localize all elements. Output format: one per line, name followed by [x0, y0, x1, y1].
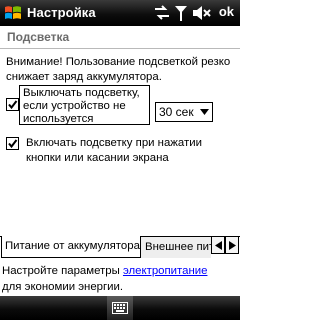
volume-muted-icon[interactable] — [192, 4, 212, 22]
power-settings-link[interactable]: электропитание — [123, 265, 207, 277]
dim-backlight-checkbox[interactable] — [6, 98, 19, 111]
power-hint-suffix: для экономии энергии. — [2, 281, 124, 293]
ok-button[interactable]: ok — [219, 4, 234, 19]
page-title: Подсветка — [7, 30, 70, 44]
timeout-dropdown[interactable]: 30 сек — [155, 102, 213, 122]
power-hint-prefix: Настройте параметры — [2, 265, 123, 277]
checkmark-icon — [8, 139, 18, 149]
windows-start-icon[interactable] — [4, 4, 22, 22]
warning-text: Внимание! Пользование подсветкой резко с… — [6, 56, 231, 83]
keyboard-icon — [112, 302, 128, 314]
chevron-down-icon — [200, 109, 209, 115]
dim-backlight-label[interactable]: Выключать подсветку, если устройство не … — [19, 85, 150, 125]
arrow-right-icon — [229, 241, 236, 250]
signal-icon[interactable] — [174, 4, 188, 22]
wake-backlight-checkbox[interactable] — [6, 137, 19, 150]
arrow-left-icon — [215, 241, 222, 250]
input-panel-button[interactable] — [107, 296, 133, 320]
timeout-value: 30 сек — [159, 105, 194, 119]
tab-battery[interactable]: Питание от аккумулятора — [1, 236, 141, 258]
tab-scroll-right-button[interactable] — [225, 236, 239, 254]
tab-external-power[interactable]: Внешнее пит — [141, 236, 211, 258]
wake-backlight-label[interactable]: Включать подсветку при нажатии кнопки ил… — [26, 136, 236, 166]
title-bar: Настройка ok — [0, 0, 240, 26]
header-divider — [0, 48, 240, 49]
tab-scroll-left-button[interactable] — [211, 236, 225, 254]
power-hint: Настройте параметры электропитание для э… — [2, 263, 238, 295]
checkmark-icon — [8, 100, 18, 110]
app-title: Настройка — [27, 5, 96, 20]
connectivity-icon[interactable] — [153, 4, 171, 22]
